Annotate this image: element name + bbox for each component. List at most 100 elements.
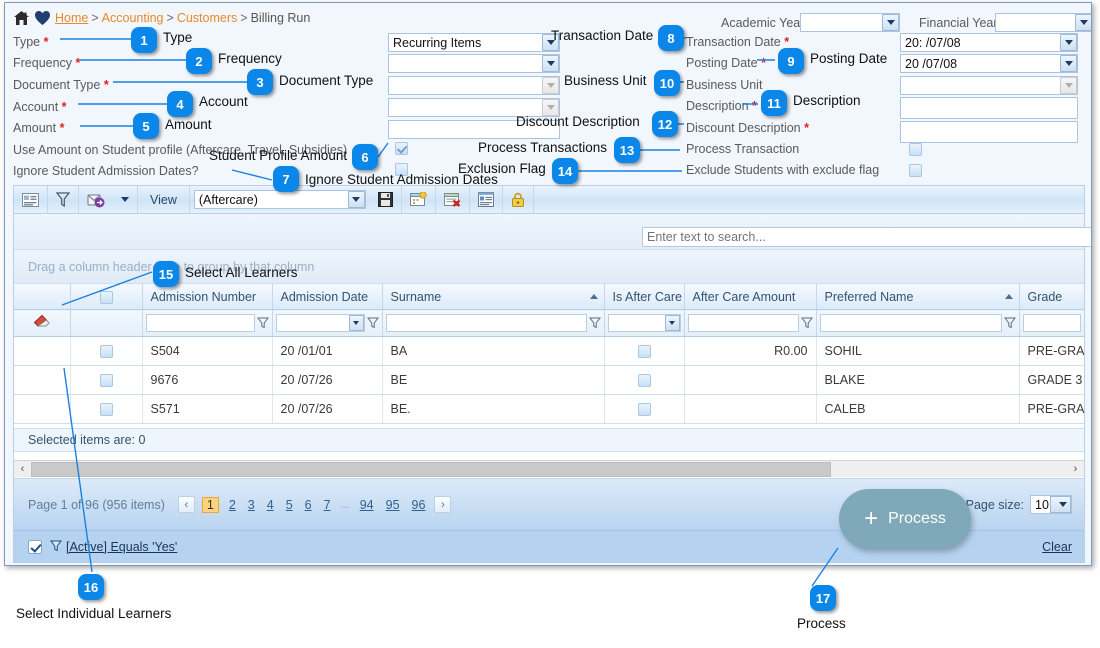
table-row[interactable]: 9676 20 /07/26 BE BLAKE GRADE 3 xyxy=(14,365,1084,395)
is-after-care-checkbox[interactable] xyxy=(637,345,651,358)
page-3[interactable]: 3 xyxy=(248,498,255,512)
process-button[interactable]: + Process xyxy=(839,489,971,549)
header-preferred-name[interactable]: Preferred Name xyxy=(816,284,1020,310)
filter-preferred-name[interactable] xyxy=(816,309,1020,337)
row-select-cell[interactable] xyxy=(70,336,143,366)
prev-page-button[interactable]: ‹ xyxy=(177,496,195,513)
financial-year-dropdown[interactable] xyxy=(995,13,1091,32)
filter-input-admission-date[interactable] xyxy=(275,314,365,332)
page-5[interactable]: 5 xyxy=(286,498,293,512)
breadcrumb-home[interactable]: Home xyxy=(55,11,88,25)
scroll-right-button[interactable]: › xyxy=(1067,461,1084,478)
header-admission-date[interactable]: Admission Date xyxy=(272,284,383,310)
business-unit-dropdown[interactable] xyxy=(900,76,1078,95)
cell-is-after-care[interactable] xyxy=(604,394,685,424)
cell-is-after-care[interactable] xyxy=(604,336,685,366)
page-7[interactable]: 7 xyxy=(324,498,331,512)
filter-input-is-after-care[interactable] xyxy=(607,314,681,332)
filter-grade[interactable] xyxy=(1019,309,1084,337)
search-input[interactable] xyxy=(642,227,1091,247)
page-94[interactable]: 94 xyxy=(360,498,374,512)
table-row[interactable]: S504 20 /01/01 BA R0.00 SOHIL PRE-GRAD xyxy=(14,336,1084,366)
header-grade[interactable]: Grade xyxy=(1019,284,1084,310)
filter-surname[interactable] xyxy=(382,309,605,337)
frequency-dropdown[interactable] xyxy=(388,54,560,73)
active-filter-text[interactable]: [Active] Equals 'Yes' xyxy=(66,540,177,554)
favorite-heart-icon[interactable] xyxy=(34,10,51,26)
scroll-left-button[interactable]: ‹ xyxy=(14,461,31,478)
filter-is-after-care[interactable] xyxy=(604,309,685,337)
filter-admission-date[interactable] xyxy=(272,309,383,337)
filter-enabled-checkbox[interactable] xyxy=(28,539,42,554)
card-view-icon[interactable] xyxy=(14,185,48,214)
header-is-after-care[interactable]: Is After Care xyxy=(604,284,685,310)
breadcrumb-customers[interactable]: Customers xyxy=(177,11,237,25)
filter-input-surname[interactable] xyxy=(385,314,587,332)
is-after-care-checkbox[interactable] xyxy=(637,374,651,387)
exclude-students-checkbox[interactable] xyxy=(909,164,922,177)
chevron-down-icon[interactable] xyxy=(347,191,365,208)
chevron-down-icon[interactable] xyxy=(542,77,559,94)
delete-record-icon[interactable] xyxy=(436,185,470,214)
filter-input-grade[interactable] xyxy=(1022,314,1081,332)
page-1[interactable]: 1 xyxy=(201,496,219,513)
filter-admission-number[interactable] xyxy=(142,309,273,337)
filter-after-care-amount[interactable] xyxy=(684,309,817,337)
document-type-dropdown[interactable] xyxy=(388,76,560,95)
view-dropdown[interactable]: (Aftercare) xyxy=(193,190,366,209)
page-95[interactable]: 95 xyxy=(386,498,400,512)
row-select-checkbox[interactable] xyxy=(99,345,113,358)
export-dropdown-button[interactable] xyxy=(113,185,138,214)
chevron-down-icon[interactable] xyxy=(542,55,559,72)
page-2[interactable]: 2 xyxy=(229,498,236,512)
is-after-care-checkbox[interactable] xyxy=(637,403,651,416)
select-all-checkbox[interactable] xyxy=(99,290,113,304)
page-size-dropdown[interactable]: 10 xyxy=(1030,495,1072,514)
horizontal-scrollbar[interactable]: ‹ › xyxy=(14,460,1084,477)
use-amount-checkbox[interactable] xyxy=(395,142,408,155)
breadcrumb-accounting[interactable]: Accounting xyxy=(102,11,164,25)
chevron-down-icon[interactable] xyxy=(1060,77,1077,94)
filter-input-admission-number[interactable] xyxy=(145,314,255,332)
new-record-icon[interactable] xyxy=(402,185,436,214)
table-row[interactable]: S571 20 /07/26 BE. CALEB PRE-GRAD xyxy=(14,394,1084,424)
chevron-down-icon[interactable] xyxy=(1060,55,1077,72)
export-icon[interactable] xyxy=(79,186,113,214)
header-select-all[interactable] xyxy=(70,284,143,310)
chevron-down-icon[interactable] xyxy=(348,315,364,331)
filter-input-after-care-amount[interactable] xyxy=(687,314,799,332)
page-96[interactable]: 96 xyxy=(412,498,426,512)
chevron-down-icon[interactable] xyxy=(1060,34,1077,51)
page-6[interactable]: 6 xyxy=(305,498,312,512)
cell-is-after-care[interactable] xyxy=(604,365,685,395)
header-after-care-amount[interactable]: After Care Amount xyxy=(684,284,817,310)
save-icon[interactable] xyxy=(370,185,402,214)
chevron-down-icon[interactable] xyxy=(664,315,680,331)
chevron-down-icon[interactable] xyxy=(1075,14,1091,31)
posting-date-input[interactable]: 20 /07/08 xyxy=(900,54,1078,73)
filter-input-preferred-name[interactable] xyxy=(819,314,1002,332)
header-admission-number[interactable]: Admission Number xyxy=(142,284,273,310)
row-select-cell[interactable] xyxy=(70,394,143,424)
row-select-cell[interactable] xyxy=(70,365,143,395)
process-transaction-checkbox[interactable] xyxy=(909,143,922,156)
clear-filter-link[interactable]: Clear xyxy=(1042,540,1072,554)
row-select-checkbox[interactable] xyxy=(99,374,113,387)
chevron-down-icon[interactable] xyxy=(882,14,899,31)
page-4[interactable]: 4 xyxy=(267,498,274,512)
header-surname[interactable]: Surname xyxy=(382,284,605,310)
lock-icon[interactable] xyxy=(503,185,534,214)
academic-year-dropdown[interactable] xyxy=(800,13,900,32)
home-icon[interactable] xyxy=(13,10,30,26)
scrollbar-thumb[interactable] xyxy=(31,461,831,477)
type-dropdown[interactable]: Recurring Items xyxy=(388,33,560,52)
clear-filter-cell[interactable] xyxy=(14,309,71,337)
filter-icon[interactable] xyxy=(48,185,79,214)
chevron-down-icon[interactable] xyxy=(1050,496,1071,513)
transaction-date-input[interactable]: 20: /07/08 xyxy=(900,33,1078,52)
discount-description-input[interactable] xyxy=(900,121,1078,143)
description-input[interactable] xyxy=(900,97,1078,119)
row-select-checkbox[interactable] xyxy=(99,403,113,416)
details-icon[interactable] xyxy=(470,185,503,214)
next-page-button[interactable]: › xyxy=(434,496,452,513)
